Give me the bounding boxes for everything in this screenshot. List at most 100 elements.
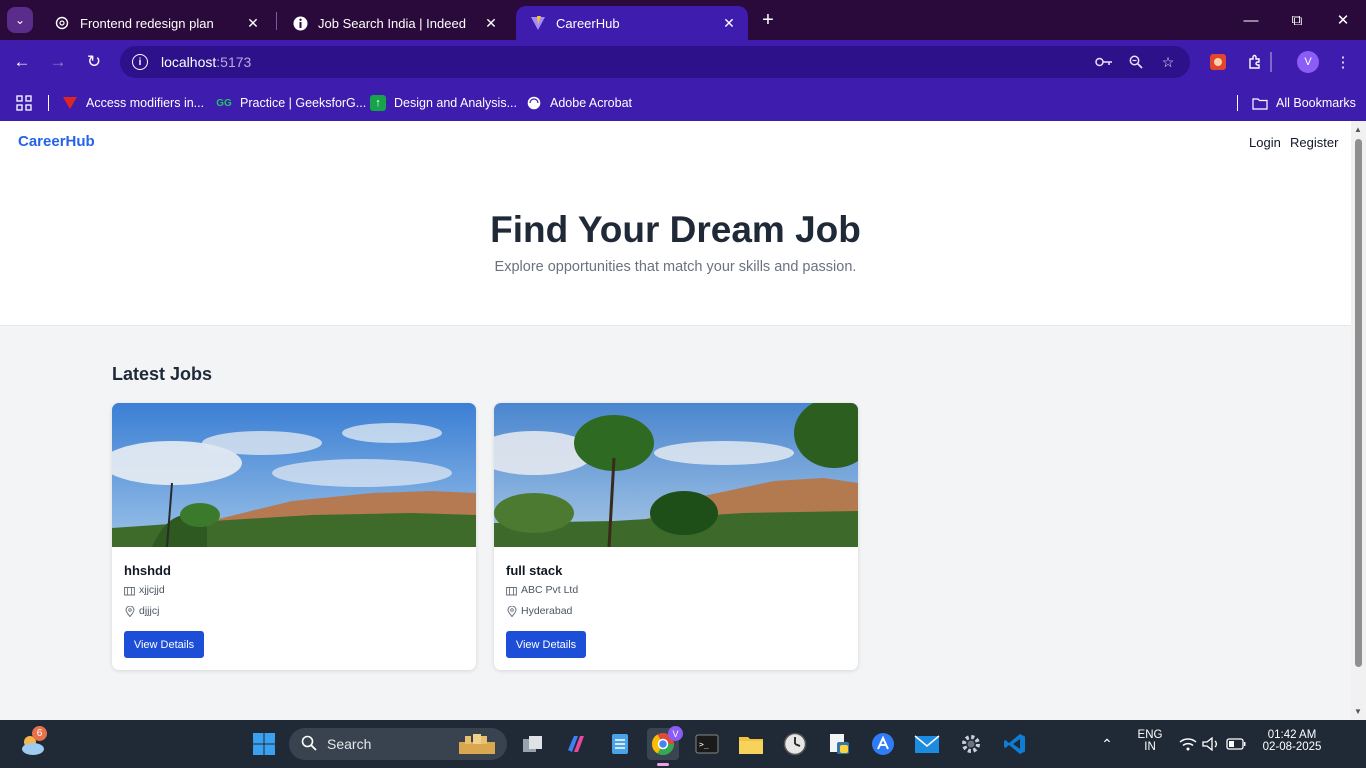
tab-title: Frontend redesign plan (80, 15, 214, 31)
search-placeholder: Search (327, 736, 372, 752)
latest-jobs-heading: Latest Jobs (112, 364, 213, 384)
address-bar[interactable]: i localhost:5173 ☆ (120, 46, 1190, 78)
settings-gear-icon[interactable] (955, 728, 987, 760)
minimize-button[interactable]: — (1228, 0, 1274, 40)
building-icon (124, 585, 135, 596)
task-view-icon[interactable] (517, 728, 549, 760)
chrome-taskbar-icon[interactable]: V (647, 726, 683, 766)
close-window-button[interactable]: ✕ (1320, 0, 1366, 40)
app-store-icon[interactable] (867, 728, 899, 760)
view-details-button[interactable]: View Details (506, 631, 586, 658)
bookmark-label: Practice | GeeksforG... (240, 96, 367, 110)
view-details-button[interactable]: View Details (124, 631, 204, 658)
job-card: hhshdd xjjcjjd djjjcj View Details (112, 403, 476, 670)
job-location: djjjcj (124, 605, 159, 617)
brand-logo[interactable]: CareerHub (18, 133, 95, 150)
job-company: ABC Pvt Ltd (506, 584, 578, 596)
bookmark-geeksforgeeks[interactable]: GG Practice | GeeksforG... (216, 92, 366, 114)
vite-icon (530, 15, 546, 31)
star-bookmark-icon[interactable]: ☆ (1158, 52, 1178, 72)
password-key-icon[interactable] (1094, 52, 1114, 72)
job-card-image (494, 403, 858, 547)
site-info-icon[interactable]: i (132, 54, 148, 70)
notepad-icon[interactable] (604, 728, 636, 760)
back-button[interactable]: ← (8, 48, 36, 76)
scroll-down-icon[interactable]: ▼ (1354, 707, 1362, 716)
all-bookmarks-button[interactable]: All Bookmarks (1252, 92, 1356, 114)
language-code: ENG (1137, 729, 1163, 741)
weather-widget[interactable]: 6 (16, 726, 48, 760)
new-tab-button[interactable]: + (756, 8, 780, 32)
register-link[interactable]: Register (1290, 135, 1338, 150)
reload-button[interactable]: ↻ (80, 48, 108, 76)
python-docs-icon[interactable] (823, 728, 855, 760)
clock-time: 01:42 AM (1267, 729, 1317, 741)
bookmark-adobe-acrobat[interactable]: Adobe Acrobat (526, 92, 632, 114)
windows-logo-icon (253, 733, 275, 755)
page-viewport: CareerHub Login Register Find Your Dream… (0, 121, 1351, 720)
arrow-right-icon: → (49, 52, 67, 71)
chevron-up-icon[interactable]: ⌃ (1095, 728, 1119, 760)
extension-red-icon[interactable] (1206, 50, 1230, 74)
indeed-icon (292, 15, 308, 31)
job-title: hhshdd (124, 563, 171, 578)
vscode-icon[interactable] (999, 728, 1031, 760)
volume-icon[interactable] (1201, 728, 1221, 760)
plus-icon: + (762, 8, 774, 31)
system-clock[interactable]: 01:42 AM 02-08-2025 (1254, 729, 1330, 753)
weather-badge: 6 (32, 726, 47, 741)
openai-icon (54, 15, 70, 31)
wifi-icon[interactable] (1178, 728, 1198, 760)
map-pin-icon (506, 605, 517, 617)
app-navbar: CareerHub Login Register (0, 121, 1351, 161)
taskbar-search[interactable]: Search (289, 728, 507, 760)
bookmark-design-analysis[interactable]: ↑ Design and Analysis... (370, 92, 517, 114)
more-menu-icon[interactable]: ⋮ (1331, 50, 1355, 74)
tab-indeed[interactable]: Job Search India | Indeed ✕ (278, 6, 510, 40)
terminal-icon[interactable]: >_ (691, 728, 723, 760)
extensions-puzzle-icon[interactable] (1243, 50, 1267, 74)
windows-taskbar: 6 Search V >_ ⌃ ENG IN 01:42 AM 02-08-20… (0, 720, 1366, 768)
company-name: xjjcjjd (139, 584, 165, 596)
map-pin-icon (124, 605, 135, 617)
zoom-icon[interactable] (1126, 52, 1146, 72)
scroll-thumb[interactable] (1355, 139, 1362, 667)
apps-grid-icon[interactable] (16, 92, 32, 114)
browser-toolbar: ← → ↻ i localhost:5173 ☆ V ⋮ (0, 40, 1366, 84)
copilot-icon[interactable] (560, 728, 592, 760)
close-icon[interactable]: ✕ (482, 15, 500, 32)
building-icon (506, 585, 517, 596)
mail-icon[interactable] (911, 728, 943, 760)
active-indicator (657, 763, 669, 766)
scroll-up-icon[interactable]: ▲ (1354, 125, 1362, 134)
start-button[interactable] (248, 728, 280, 760)
tab-search-button[interactable]: ⌄ (7, 7, 33, 33)
url-host: localhost (161, 54, 217, 70)
job-company: xjjcjjd (124, 584, 165, 596)
battery-icon[interactable] (1225, 728, 1247, 760)
browser-tab-strip: ⌄ Frontend redesign plan ✕ Job Search In… (0, 0, 1366, 40)
bookmark-label: Design and Analysis... (394, 96, 517, 110)
close-icon[interactable]: ✕ (720, 15, 738, 32)
clock-date: 02-08-2025 (1262, 741, 1322, 753)
file-explorer-icon[interactable] (735, 728, 767, 760)
bookmark-access-modifiers[interactable]: Access modifiers in... (62, 92, 204, 114)
clock-app-icon[interactable] (779, 728, 811, 760)
minimize-icon: — (1243, 11, 1259, 29)
tab-careerhub[interactable]: CareerHub ✕ (516, 6, 748, 40)
profile-avatar[interactable]: V (1297, 51, 1319, 73)
hero-title: Find Your Dream Job (490, 209, 861, 250)
close-icon[interactable]: ✕ (244, 15, 262, 32)
login-link[interactable]: Login (1249, 135, 1281, 150)
page-scrollbar[interactable]: ▲ ▼ (1351, 121, 1366, 720)
restore-button[interactable]: ⧉ (1274, 0, 1320, 40)
tab-frontend-redesign[interactable]: Frontend redesign plan ✕ (40, 6, 272, 40)
forward-button[interactable]: → (44, 48, 72, 76)
language-indicator[interactable]: ENG IN (1131, 729, 1169, 753)
bookmarks-divider (48, 95, 49, 111)
toolbar-divider (1270, 52, 1272, 72)
job-title: full stack (506, 563, 563, 578)
bookmark-label: Adobe Acrobat (550, 96, 633, 110)
search-icon (301, 735, 319, 754)
all-bookmarks-label: All Bookmarks (1276, 96, 1356, 110)
